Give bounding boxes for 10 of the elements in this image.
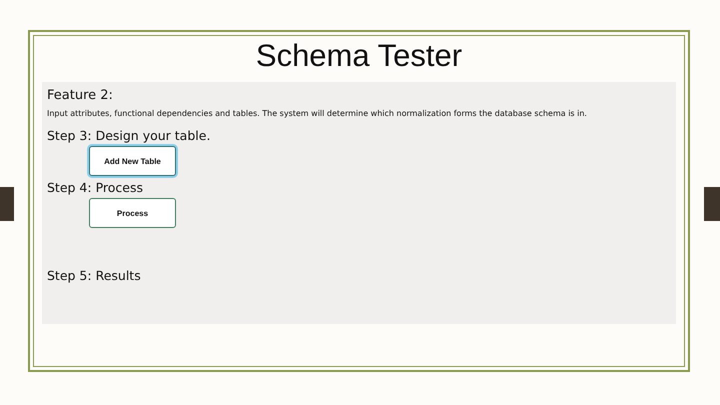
slide-title: Schema Tester xyxy=(256,38,462,74)
slide-tab-decoration xyxy=(0,187,14,221)
step-label: Step 3: Design your table. xyxy=(47,128,212,143)
step-label: Step 5: Results xyxy=(47,268,142,283)
feature-heading: Feature 2: xyxy=(47,88,114,103)
add-table-button[interactable]: Add New Table xyxy=(89,146,176,176)
process-button[interactable]: Process xyxy=(89,198,176,228)
step-label: Step 4: Process xyxy=(47,180,144,195)
slide-tab-decoration xyxy=(704,187,720,221)
feature-description: Input attributes, functional dependencies and tables. The system will determine which normalization forms the database schema is in. xyxy=(47,109,588,118)
